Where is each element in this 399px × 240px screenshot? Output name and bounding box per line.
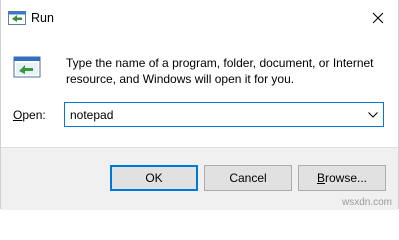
watermark: wsxdn.com bbox=[341, 197, 392, 208]
run-dialog: Run Type the name of a program, folder, … bbox=[0, 0, 399, 210]
cancel-button[interactable]: Cancel bbox=[204, 165, 292, 191]
browse-button[interactable]: Browse... bbox=[298, 165, 386, 191]
close-button[interactable] bbox=[358, 0, 398, 36]
browse-label-text: rowse... bbox=[325, 171, 368, 185]
browse-mnemonic: B bbox=[316, 171, 325, 185]
chevron-down-icon bbox=[368, 111, 378, 118]
run-icon bbox=[8, 11, 26, 25]
button-bar: OK Cancel Browse... wsxdn.com bbox=[1, 147, 398, 210]
run-program-icon bbox=[13, 55, 41, 79]
ok-button[interactable]: OK bbox=[110, 165, 198, 191]
open-label-mnemonic: O bbox=[13, 108, 23, 122]
open-label-text: pen: bbox=[22, 108, 46, 122]
title-bar[interactable]: Run bbox=[1, 0, 398, 36]
open-combobox[interactable] bbox=[64, 102, 384, 127]
dialog-content: Type the name of a program, folder, docu… bbox=[1, 36, 398, 145]
open-input[interactable] bbox=[65, 103, 361, 126]
window-title: Run bbox=[31, 11, 54, 25]
open-label: Open: bbox=[13, 108, 46, 122]
dropdown-button[interactable] bbox=[363, 103, 383, 126]
dialog-description: Type the name of a program, folder, docu… bbox=[66, 56, 374, 86]
close-icon bbox=[372, 12, 384, 24]
